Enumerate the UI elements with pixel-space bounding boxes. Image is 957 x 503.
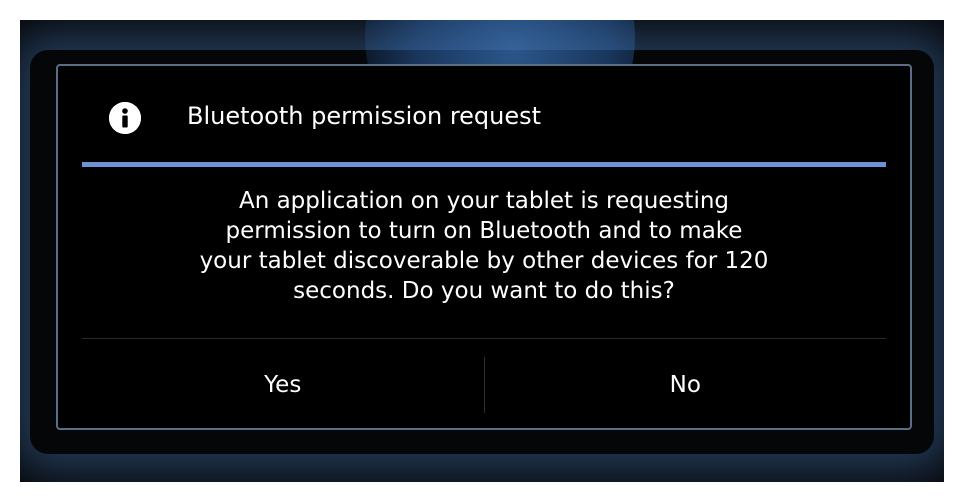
yes-button[interactable]: Yes: [82, 339, 484, 430]
title-divider: [82, 162, 886, 167]
dialog-message: An application on your tablet is request…: [98, 186, 870, 306]
info-icon: [109, 102, 141, 134]
dialog-title: Bluetooth permission request: [187, 102, 542, 130]
message-line: your tablet discoverable by other device…: [199, 248, 769, 274]
screen-frame: Bluetooth permission request An applicat…: [20, 20, 944, 482]
message-line: An application on your tablet is request…: [238, 188, 730, 214]
permission-dialog: Bluetooth permission request An applicat…: [56, 64, 912, 430]
dialog-title-bar: Bluetooth permission request: [58, 66, 910, 162]
message-line: seconds. Do you want to do this?: [293, 278, 675, 304]
no-button[interactable]: No: [485, 339, 887, 430]
message-line: permission to turn on Bluetooth and to m…: [225, 218, 743, 244]
dialog-button-bar: Yes No: [82, 339, 886, 430]
